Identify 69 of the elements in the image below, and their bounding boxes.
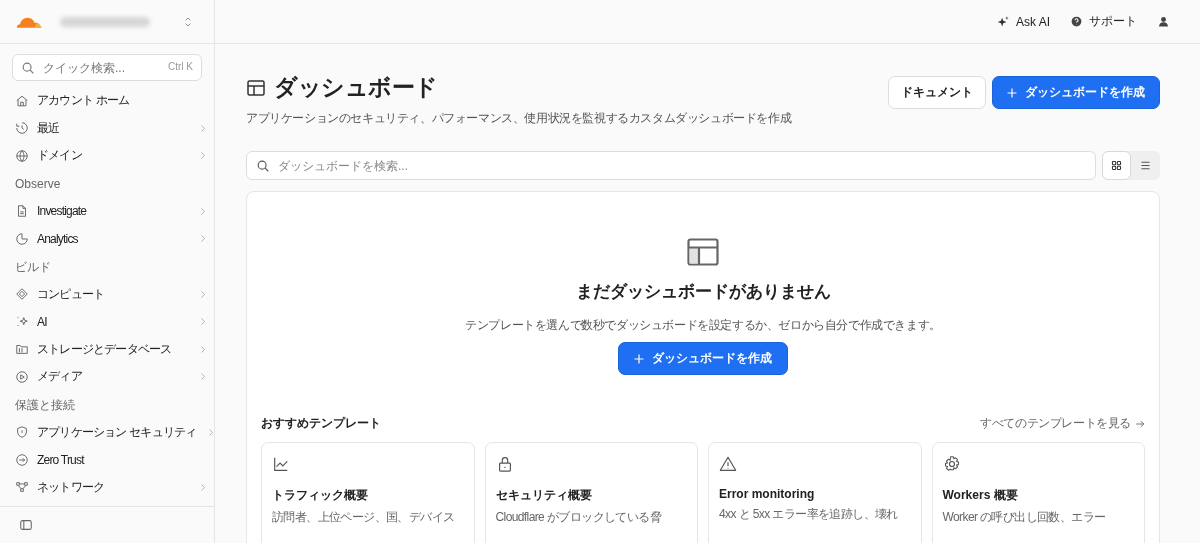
nav-item[interactable]: ドメイン	[15, 142, 214, 170]
grid-view-button[interactable]	[1102, 151, 1131, 180]
section-heading: 保護と接続	[15, 396, 76, 414]
template-card[interactable]: Workers 概要 Worker の呼び出し回数、エラー	[931, 442, 1145, 543]
dashboard-search-field[interactable]: ダッシュボードを検索...	[246, 151, 1096, 180]
globe-icon	[15, 148, 29, 163]
folder-icon	[15, 342, 29, 357]
document-icon	[15, 204, 29, 219]
nav-item[interactable]: ネットワーク	[15, 473, 214, 501]
shield-icon	[15, 425, 29, 440]
chevron-up-down-icon[interactable]	[184, 15, 192, 28]
empty-state-title: まだダッシュボードがありません	[575, 281, 831, 303]
gear-icon	[942, 455, 961, 473]
clock-icon	[15, 121, 29, 136]
create-dashboard-button[interactable]: ダッシュボードを作成	[992, 76, 1160, 109]
nav-item[interactable]: メディア	[15, 363, 214, 391]
template-title: Error monitoring	[719, 487, 816, 501]
warning-icon	[719, 455, 737, 473]
documents-button[interactable]: ドキュメント	[888, 76, 986, 109]
layout-icon	[246, 77, 266, 98]
create-dashboard-button[interactable]: ダッシュボードを作成	[618, 342, 788, 375]
sparkle-icon	[15, 314, 29, 329]
template-description: Cloudflare がブロックしている脅	[495, 509, 663, 526]
nav-item[interactable]: アプリケーション セキュリティ	[15, 418, 214, 446]
template-card[interactable]: セキュリティ概要 Cloudflare がブロックしている脅	[484, 442, 698, 543]
page-subtitle: アプリケーションのセキュリティ、パフォーマンス、使用状況を監視するカスタムダッシュボードを作成	[246, 110, 792, 127]
section-heading: Observe	[15, 175, 62, 193]
empty-state-text: テンプレートを選んで数秒でダッシュボードを設定するか、ゼロから自分で作成できます。	[465, 317, 941, 334]
play-icon	[15, 369, 29, 384]
nav-item[interactable]: AI	[15, 308, 214, 336]
template-description: Worker の呼び出し回数、エラー	[942, 509, 1107, 526]
arrow-right-icon	[1135, 418, 1145, 429]
login-icon	[15, 452, 29, 467]
home-icon	[15, 93, 29, 108]
nav-item[interactable]: アカウント ホーム	[15, 87, 214, 115]
page-title: ダッシュボード	[274, 73, 438, 102]
template-description: 4xx と 5xx エラー率を追跡し、壊れ	[719, 506, 899, 523]
template-card[interactable]: トラフィック概要 訪問者、上位ページ、国、デバイス	[261, 442, 475, 543]
nav-item[interactable]: ストレージとデータベース	[15, 335, 214, 363]
nav-item[interactable]: 最近	[15, 114, 214, 142]
ask-ai-button[interactable]: Ask AI	[996, 14, 1050, 29]
grid-icon	[1110, 159, 1123, 172]
nav-item[interactable]: コンピュート	[15, 280, 214, 308]
templates-heading: おすすめテンプレート	[261, 415, 381, 432]
line-chart-icon	[272, 455, 290, 473]
shortcut-hint: Ctrl K	[168, 61, 193, 72]
list-icon	[1139, 159, 1152, 172]
pie-chart-icon	[15, 231, 29, 246]
search-icon	[256, 159, 270, 173]
template-title: トラフィック概要	[272, 487, 369, 504]
help-icon	[1070, 15, 1083, 28]
nav-item[interactable]: Zero Trust	[15, 446, 214, 474]
plus-icon	[1007, 87, 1017, 98]
template-description: 訪問者、上位ページ、国、デバイス	[272, 509, 456, 526]
diamond-icon	[15, 287, 29, 302]
search-icon	[21, 61, 35, 75]
nav-item[interactable]: Analytics	[15, 225, 214, 253]
support-button[interactable]: サポート	[1070, 13, 1137, 30]
sidebar-toggle-icon[interactable]	[19, 518, 33, 532]
plus-icon	[634, 353, 644, 364]
layout-icon	[687, 238, 719, 266]
template-card[interactable]: Error monitoring 4xx と 5xx エラー率を追跡し、壊れ	[708, 442, 922, 543]
network-icon	[15, 480, 29, 495]
see-all-templates-link[interactable]: すべてのテンプレートを見る	[980, 415, 1145, 432]
user-icon[interactable]	[1157, 15, 1170, 28]
section-heading: ビルド	[15, 258, 52, 276]
template-title: セキュリティ概要	[495, 487, 593, 504]
nav-item[interactable]: Investigate	[15, 197, 214, 225]
template-title: Workers 概要	[942, 487, 1019, 504]
